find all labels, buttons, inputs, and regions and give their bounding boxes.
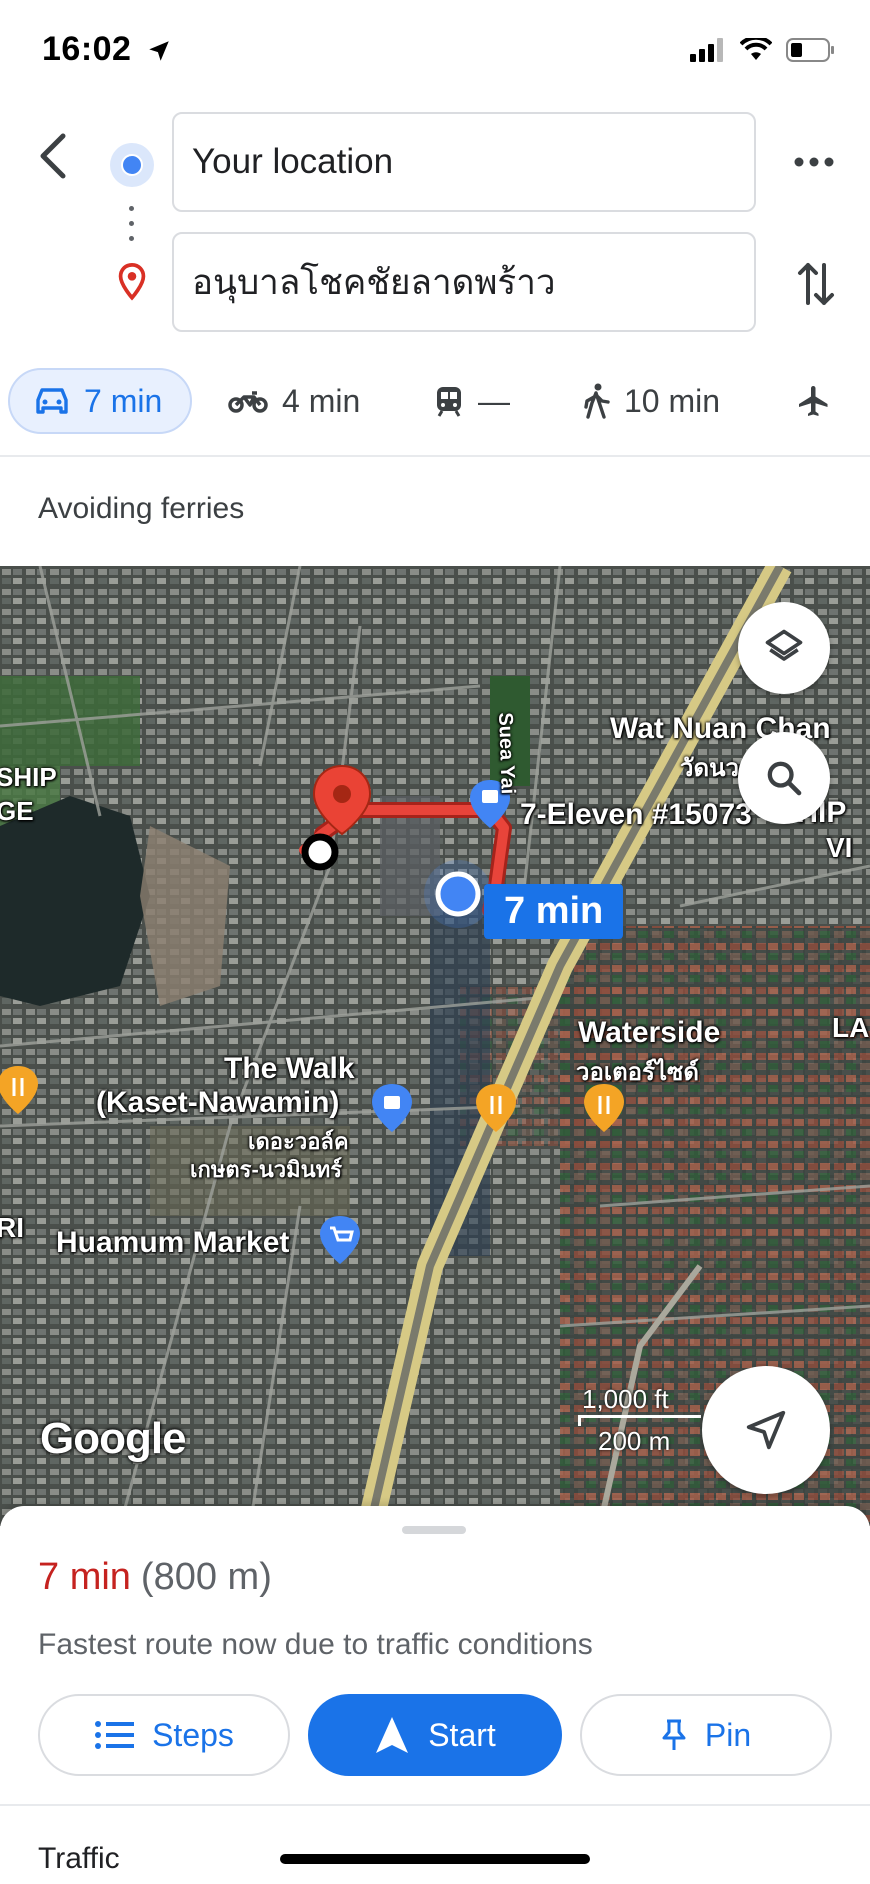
mode-tab-flight[interactable] (796, 368, 832, 434)
chevron-left-icon (40, 133, 66, 179)
map-label-7-eleven: 7-Eleven #15073 (520, 798, 752, 831)
home-indicator[interactable] (280, 1854, 590, 1864)
start-label: Start (428, 1716, 496, 1753)
pin-button[interactable]: Pin (580, 1694, 832, 1776)
mode-motorcycle-label: 4 min (282, 382, 361, 419)
transit-icon (437, 387, 461, 417)
destination-field[interactable]: อนุบาลโชคชัยลาดพร้าว (172, 232, 756, 332)
more-horizontal-icon (794, 157, 834, 167)
origin-field[interactable]: Your location (172, 112, 756, 212)
sheet-drag-handle[interactable] (402, 1526, 466, 1534)
recenter-button[interactable] (702, 1366, 830, 1494)
route-summary: 7 min (800 m) (38, 1556, 272, 1599)
mode-drive-label: 7 min (84, 382, 163, 419)
motorcycle-icon (228, 391, 268, 413)
battery-icon (786, 38, 834, 62)
map-label-ge: GE (0, 796, 34, 826)
map-label-the-walk: The Walk (224, 1052, 355, 1085)
swap-route-button[interactable] (792, 256, 840, 312)
walk-icon (584, 383, 610, 419)
scale-imperial-label: 1,000 ft (582, 1384, 669, 1414)
map-label-huamum-market: Huamum Market (56, 1226, 290, 1259)
steps-label: Steps (152, 1716, 234, 1753)
map-search-button[interactable] (738, 732, 830, 824)
map-label-waterside: Waterside (578, 1016, 721, 1049)
route-eta-callout[interactable]: 7 min (484, 884, 624, 939)
mode-tab-motorcycle[interactable]: 4 min (228, 368, 360, 434)
divider (0, 455, 870, 457)
traffic-section-title: Traffic (38, 1842, 120, 1875)
flight-icon (799, 386, 828, 416)
car-icon (36, 388, 68, 414)
map-label-la: LA (832, 1012, 870, 1043)
route-duration: 7 min (38, 1556, 131, 1598)
map-label-vi: VI (826, 832, 853, 863)
pin-icon (662, 1719, 686, 1750)
route-distance: (800 m) (140, 1556, 272, 1598)
map-label-ri: RI (0, 1212, 24, 1243)
map-label-ship: SHIP (0, 762, 57, 792)
mode-tab-walk[interactable]: 10 min (582, 368, 720, 434)
map-scale: 1,000 ft 200 m (520, 1384, 701, 1457)
map-label-suea-yai: Suea Yai (494, 712, 519, 795)
pin-label: Pin (704, 1716, 752, 1753)
back-button[interactable] (30, 128, 74, 184)
start-button[interactable]: Start (308, 1694, 562, 1776)
navigation-start-icon (376, 1717, 409, 1753)
layers-icon (765, 629, 803, 661)
navigation-arrow-icon (746, 1410, 786, 1450)
status-time: 16:02 (42, 30, 132, 68)
mode-tab-transit[interactable]: — (434, 368, 510, 434)
route-connector (129, 206, 135, 251)
divider (0, 1804, 870, 1806)
status-indicators (690, 38, 836, 62)
search-icon (767, 761, 802, 796)
route-option-notice: Avoiding ferries (38, 492, 245, 525)
destination-pin-icon (114, 262, 150, 307)
mode-transit-label: — (478, 382, 510, 419)
travel-mode-tabs: 7 min 4 min — 10 min (0, 368, 870, 440)
origin-marker-icon (110, 143, 154, 187)
mode-tab-drive[interactable]: 7 min (8, 368, 192, 434)
map-view[interactable]: SHIP GE Suea Yai Wat Nuan Chan วัดนวลจัน… (0, 566, 870, 1526)
swap-vertical-icon (798, 263, 834, 305)
map-label-kaset-nawamin-th: เกษตร-นวมินทร์ (190, 1157, 343, 1182)
list-icon (95, 1721, 135, 1749)
steps-button[interactable]: Steps (38, 1694, 290, 1776)
map-label-kaset-nawamin: (Kaset-Nawamin) (96, 1086, 340, 1119)
scale-metric-label: 200 m (598, 1426, 671, 1456)
destination-text: อนุบาลโชคชัยลาดพร้าว (192, 262, 556, 302)
mode-walk-label: 10 min (624, 382, 721, 419)
origin-text: Your location (192, 142, 394, 181)
route-description: Fastest route now due to traffic conditi… (38, 1628, 593, 1661)
map-layers-button[interactable] (738, 602, 830, 694)
wifi-icon (740, 38, 772, 60)
map-label-waterside-th: วอเตอร์ไซด์ (576, 1059, 699, 1086)
location-arrow-icon (146, 38, 172, 69)
more-options-button[interactable] (790, 140, 838, 184)
cellular-signal-icon (690, 38, 723, 62)
google-logo: Google (40, 1414, 187, 1463)
